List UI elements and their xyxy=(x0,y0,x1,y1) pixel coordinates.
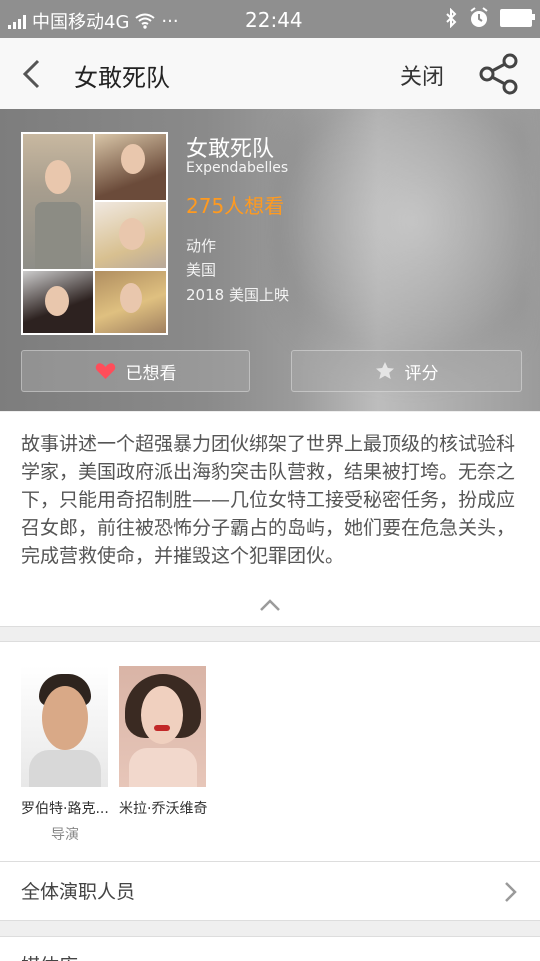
page-title: 女敢死队 xyxy=(74,64,170,92)
navigation-header: 女敢死队 关闭 xyxy=(0,38,540,110)
full-cast-link[interactable]: 全体演职人员 xyxy=(0,861,540,921)
want-button[interactable]: 已想看 xyxy=(21,350,250,392)
country: 美国 xyxy=(186,261,217,279)
star-icon xyxy=(375,362,394,379)
close-button[interactable]: 关闭 xyxy=(400,59,444,91)
cast-member[interactable]: 罗伯特·路克... 导演 xyxy=(21,666,109,844)
wifi-icon xyxy=(135,13,156,29)
share-icon[interactable] xyxy=(478,53,520,95)
bluetooth-icon xyxy=(446,8,457,28)
clock: 22:44 xyxy=(245,8,303,32)
status-bar: 中国移动4G ··· 22:44 xyxy=(0,0,540,38)
want-button-label: 已想看 xyxy=(125,363,177,384)
cast-section: 罗伯特·路克... 导演 米拉·乔沃维奇 xyxy=(0,641,540,861)
heart-icon xyxy=(95,363,115,379)
chevron-right-icon xyxy=(505,882,517,902)
more-dots: ··· xyxy=(161,10,179,32)
cast-name: 罗伯特·路克... xyxy=(21,801,109,817)
back-icon[interactable] xyxy=(18,58,46,90)
movie-title: 女敢死队 xyxy=(186,137,275,162)
cast-role: 导演 xyxy=(51,827,79,843)
release-info: 2018 美国上映 xyxy=(186,286,289,304)
full-cast-label: 全体演职人员 xyxy=(21,881,136,903)
status-left: 中国移动4G ··· xyxy=(8,8,179,34)
genre: 动作 xyxy=(186,237,217,255)
want-count: 275人想看 xyxy=(186,194,285,218)
rate-button-label: 评分 xyxy=(404,363,439,384)
cast-member[interactable]: 米拉·乔沃维奇 xyxy=(119,666,207,824)
chevron-up-icon[interactable] xyxy=(259,596,281,612)
battery-icon xyxy=(500,9,535,27)
summary-text: 故事讲述一个超强暴力团伙绑架了世界上最顶级的核试验科学家，美国政府派出海豹突击队… xyxy=(21,433,516,567)
media-section: 媒体库 xyxy=(0,936,540,961)
rate-button[interactable]: 评分 xyxy=(291,350,522,392)
movie-poster[interactable] xyxy=(21,132,168,335)
movie-hero: 女敢死队 Expendabelles 275人想看 动作 美国 2018 美国上… xyxy=(0,109,540,411)
plot-summary: 故事讲述一个超强暴力团伙绑架了世界上最顶级的核试验科学家，美国政府派出海豹突击队… xyxy=(0,412,540,627)
signal-icon xyxy=(8,13,26,29)
movie-english-title: Expendabelles xyxy=(186,160,289,176)
carrier-text: 中国移动4G xyxy=(32,12,130,33)
alarm-icon xyxy=(470,7,488,27)
cast-name: 米拉·乔沃维奇 xyxy=(119,801,208,817)
cast-photo xyxy=(21,666,108,787)
status-right xyxy=(444,7,535,29)
cast-photo xyxy=(119,666,206,787)
